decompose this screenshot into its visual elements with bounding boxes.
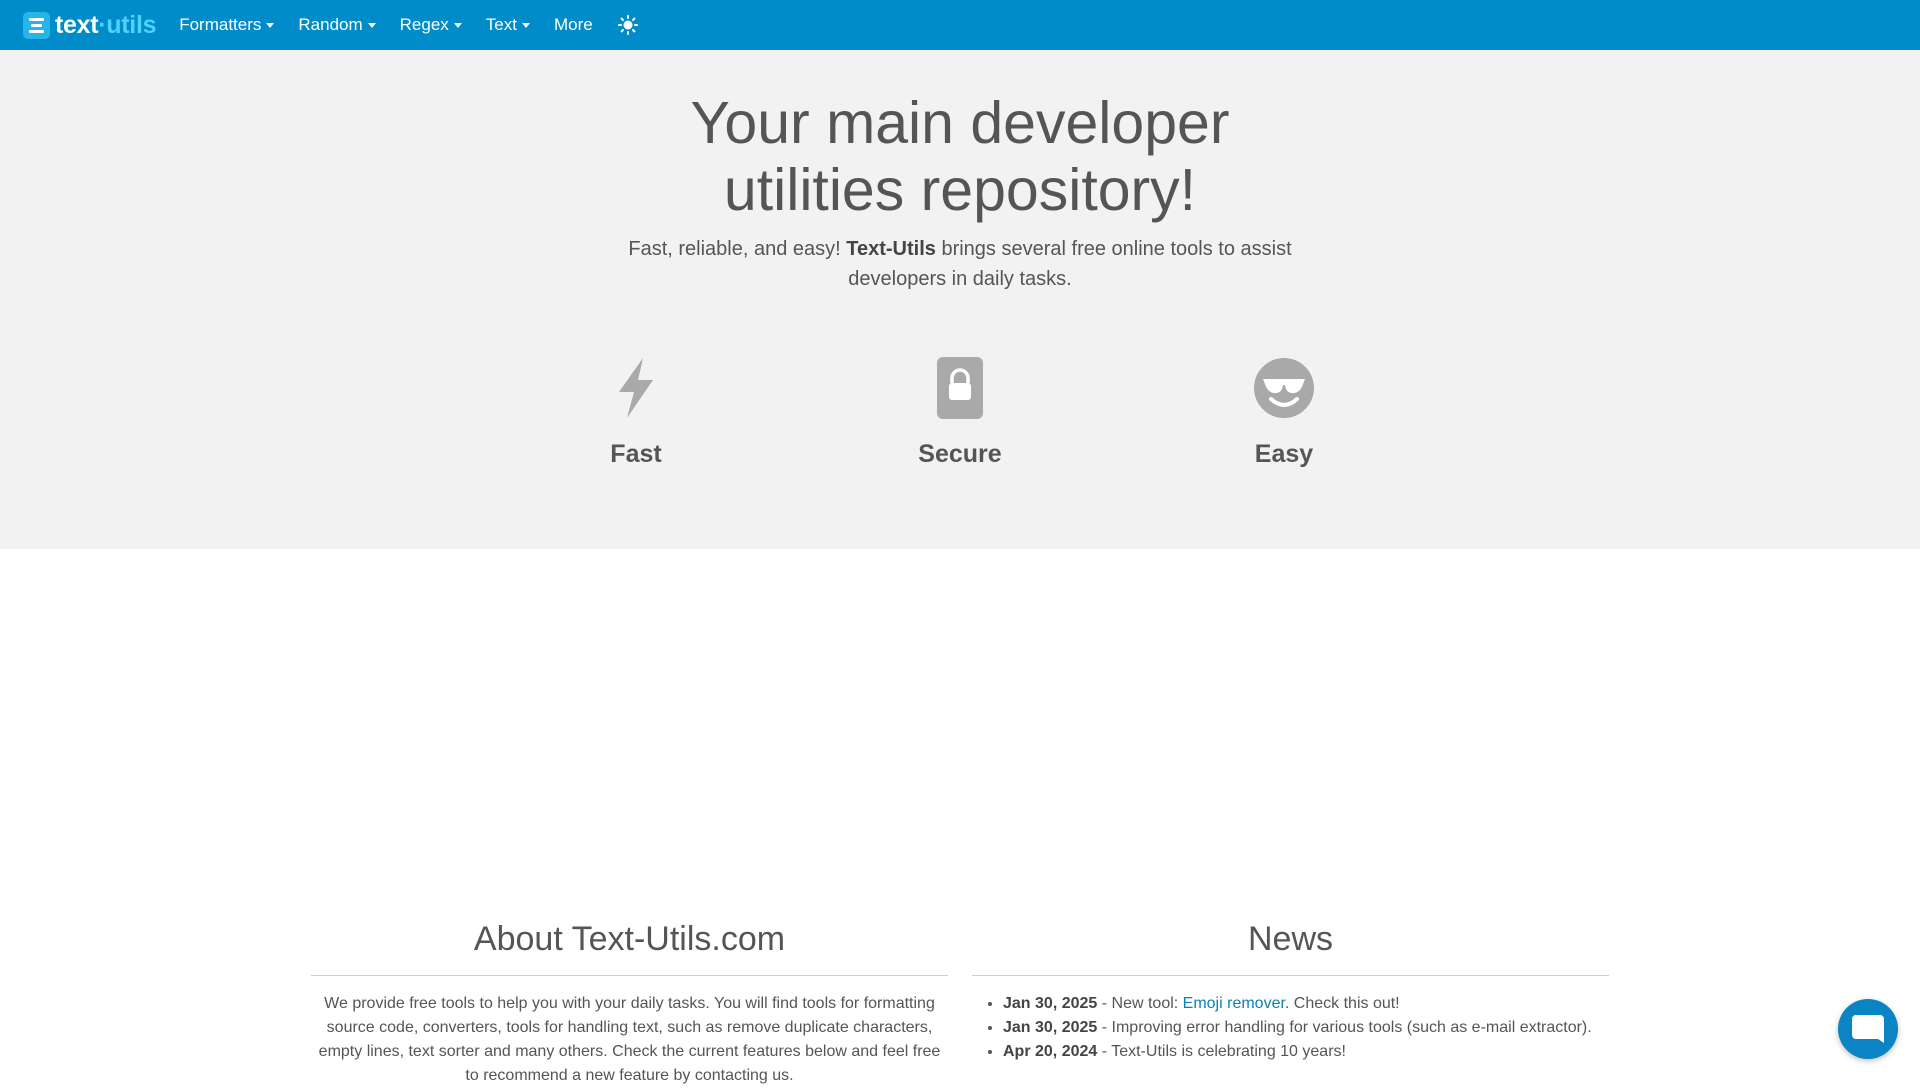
hero-subtitle: Fast, reliable, and easy! Text-Utils bri… bbox=[628, 238, 1292, 290]
news-date: Jan 30, 2025 bbox=[1003, 995, 1098, 1012]
caret-down-icon bbox=[453, 22, 462, 28]
theme-toggle-button[interactable] bbox=[616, 13, 640, 37]
ad-placeholder bbox=[0, 549, 1920, 889]
news-item: Jan 30, 2025 - New tool: Emoji remover. … bbox=[1003, 992, 1609, 1016]
news-title: News bbox=[972, 920, 1609, 976]
news-list: Jan 30, 2025 - New tool: Emoji remover. … bbox=[972, 992, 1609, 1064]
chat-bubble-icon bbox=[1852, 1015, 1884, 1043]
top-navbar: text·utils Formatters Random Regex Text … bbox=[0, 0, 1920, 50]
hero-section: Your main developer utilities repository!… bbox=[0, 50, 1920, 549]
emoji-remover-link[interactable]: Emoji remover bbox=[1183, 995, 1285, 1012]
nav-regex-dropdown[interactable]: Regex bbox=[388, 0, 474, 50]
chat-widget-button[interactable] bbox=[1838, 999, 1898, 1059]
about-text: We provide free tools to help you with y… bbox=[318, 995, 941, 1084]
feature-fast: Fast bbox=[496, 356, 776, 469]
about-section: About Text-Utils.com We provide free too… bbox=[311, 920, 948, 1088]
news-section: News Jan 30, 2025 - New tool: Emoji remo… bbox=[972, 920, 1609, 1064]
caret-down-icon bbox=[266, 22, 275, 28]
feature-label: Easy bbox=[1254, 440, 1314, 468]
brand-name: text·utils bbox=[55, 10, 157, 39]
nav-menu: Formatters Random Regex Text More bbox=[167, 0, 640, 50]
news-date: Jan 30, 2025 bbox=[1003, 1019, 1098, 1036]
lock-icon bbox=[937, 357, 983, 419]
feature-secure: Secure bbox=[820, 356, 1100, 469]
caret-down-icon bbox=[367, 22, 376, 28]
nav-random-dropdown[interactable]: Random bbox=[286, 0, 387, 50]
brand-logo-link[interactable]: text·utils bbox=[23, 0, 157, 50]
sun-icon bbox=[617, 15, 638, 35]
news-item: Jan 30, 2025 - Improving error handling … bbox=[1003, 1016, 1609, 1040]
sunglasses-smiley-icon bbox=[1254, 358, 1314, 418]
feature-label: Secure bbox=[918, 440, 1002, 468]
caret-down-icon bbox=[521, 22, 530, 28]
news-item: Apr 20, 2024 - Text-Utils is celebrating… bbox=[1003, 1040, 1609, 1064]
news-date: Apr 20, 2024 bbox=[1003, 1043, 1098, 1060]
nav-formatters-dropdown[interactable]: Formatters bbox=[167, 0, 286, 50]
feature-easy: Easy bbox=[1144, 356, 1424, 469]
brand-icon bbox=[23, 11, 50, 39]
feature-label: Fast bbox=[610, 440, 662, 468]
nav-more-link[interactable]: More bbox=[542, 0, 605, 50]
about-title: About Text-Utils.com bbox=[311, 920, 948, 976]
nav-text-dropdown[interactable]: Text bbox=[474, 0, 542, 50]
hero-title: Your main developer utilities repository! bbox=[690, 90, 1230, 223]
lightning-bolt-icon bbox=[619, 358, 653, 418]
